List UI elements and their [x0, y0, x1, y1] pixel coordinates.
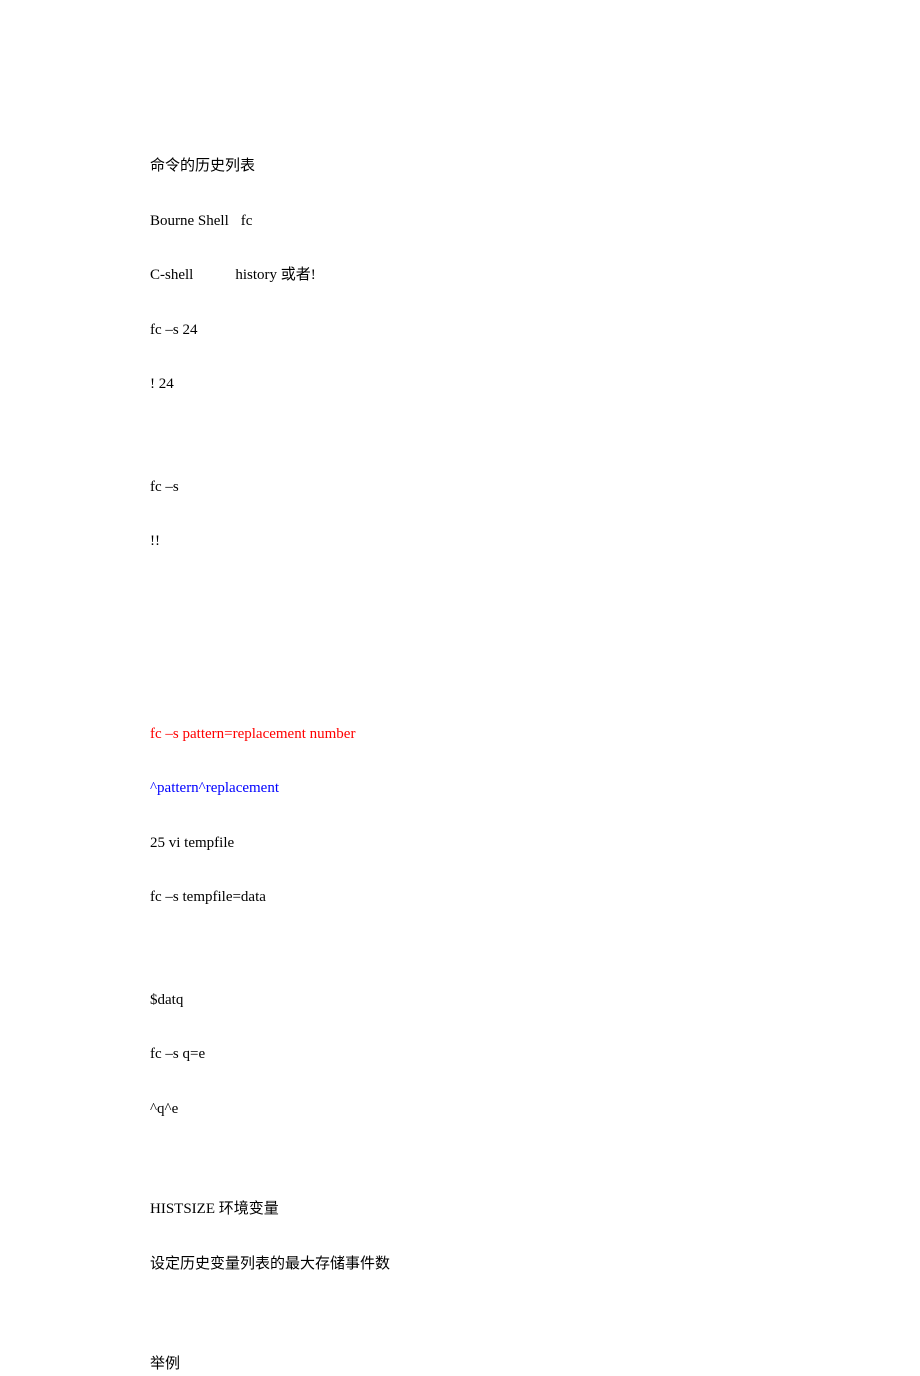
text-line: Bourne Shell fc: [150, 210, 770, 233]
text-line: $datq: [150, 989, 770, 1012]
text-line: HISTSIZE 环境变量: [150, 1198, 770, 1221]
text-line: fc –s q=e: [150, 1043, 770, 1066]
text-line: 举例: [150, 1353, 770, 1376]
shell-name: C-shell: [150, 267, 193, 283]
text-line: ^q^e: [150, 1098, 770, 1121]
text-line: C-shell history 或者!: [150, 264, 770, 287]
text-line-blue: ^pattern^replacement: [150, 777, 770, 800]
text-line: 设定历史变量列表的最大存储事件数: [150, 1253, 770, 1276]
command: history 或者!: [235, 267, 315, 283]
shell-name: Bourne Shell: [150, 213, 229, 229]
text-line: ! 24: [150, 373, 770, 396]
command: fc: [241, 213, 253, 229]
text-line: !!: [150, 530, 770, 553]
text-line: 25 vi tempfile: [150, 832, 770, 855]
text-line: 命令的历史列表: [150, 155, 770, 178]
text-line-red: fc –s pattern=replacement number: [150, 723, 770, 746]
text-line: fc –s tempfile=data: [150, 886, 770, 909]
text-line: fc –s 24: [150, 319, 770, 342]
text-line: fc –s: [150, 476, 770, 499]
